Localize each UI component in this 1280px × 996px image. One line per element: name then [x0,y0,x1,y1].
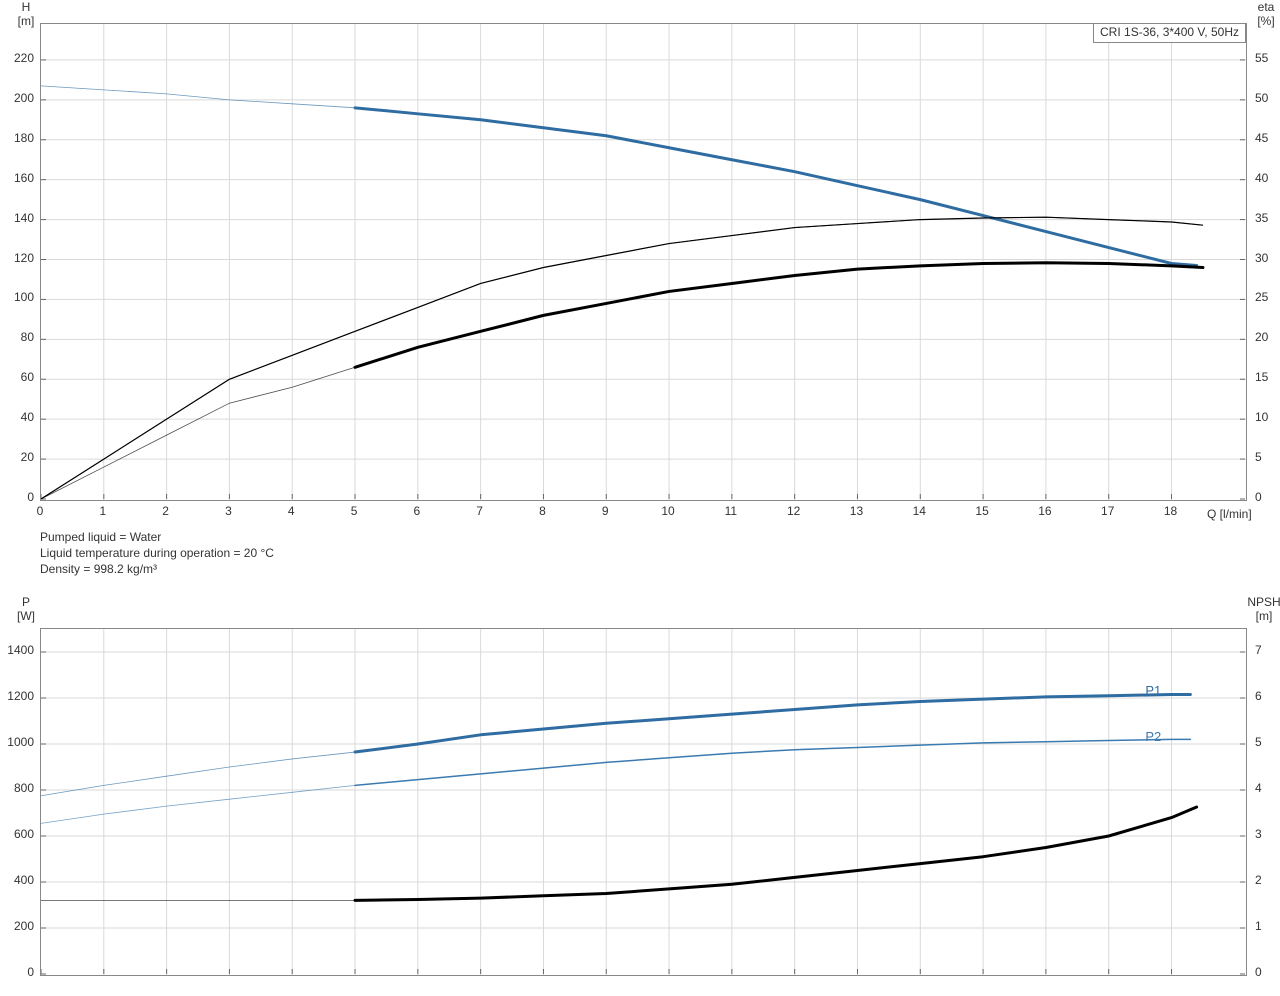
tick-y-right: 3 [1255,827,1262,841]
tick-x: 18 [1156,504,1186,518]
tick-y-right: 50 [1255,91,1268,105]
tick-y-left: 80 [4,330,34,344]
tick-x: 5 [339,504,369,518]
tick-x: 0 [25,504,55,518]
note-line2: Liquid temperature during operation = 20… [40,546,274,560]
tick-x: 11 [716,504,746,518]
tick-y-left: 20 [4,450,34,464]
tick-y-left: 600 [4,827,34,841]
product-info-box: CRI 1S-36, 3*400 V, 50Hz [1093,23,1246,43]
tick-y-right: 6 [1255,689,1262,703]
tick-y-left: 40 [4,410,34,424]
tick-y-left: 180 [4,131,34,145]
note-line1: Pumped liquid = Water [40,530,161,544]
power-npsh-chart [40,628,1247,976]
tick-y-right: 5 [1255,735,1262,749]
liquid-notes: Pumped liquid = Water Liquid temperature… [40,529,274,577]
tick-y-left: 1200 [4,689,34,703]
tick-x: 4 [276,504,306,518]
tick-y-right: 20 [1255,330,1268,344]
tick-y-left: 120 [4,251,34,265]
eta-axis-label: eta [1258,0,1275,14]
tick-y-right: 0 [1255,490,1262,504]
tick-x: 16 [1030,504,1060,518]
tick-x: 12 [779,504,809,518]
h-axis-unit: [m] [18,14,35,28]
tick-y-right: 30 [1255,251,1268,265]
tick-y-right: 2 [1255,873,1262,887]
x-axis-label-top: Q [l/min] [1207,507,1252,521]
tick-x: 13 [841,504,871,518]
tick-y-left: 1000 [4,735,34,749]
tick-y-right: 5 [1255,450,1262,464]
tick-y-right: 1 [1255,919,1262,933]
tick-y-right: 35 [1255,211,1268,225]
npsh-axis-label: NPSH [1247,595,1280,609]
tick-x: 1 [88,504,118,518]
p-axis-label: P [22,595,30,609]
tick-x: 17 [1093,504,1123,518]
tick-x: 15 [967,504,997,518]
tick-y-left: 0 [4,490,34,504]
p2-series-label: P2 [1145,729,1161,744]
tick-y-left: 100 [4,290,34,304]
tick-y-right: 25 [1255,290,1268,304]
p-axis-unit: [W] [17,609,35,623]
head-eta-chart: CRI 1S-36, 3*400 V, 50Hz [40,23,1247,501]
tick-x: 9 [590,504,620,518]
tick-y-left: 200 [4,919,34,933]
tick-y-right: 40 [1255,171,1268,185]
tick-y-right: 7 [1255,643,1262,657]
h-axis-label: H [22,0,31,14]
tick-y-left: 1400 [4,643,34,657]
tick-y-left: 0 [4,965,34,979]
npsh-axis-unit: [m] [1256,609,1273,623]
tick-y-left: 140 [4,211,34,225]
tick-y-right: 4 [1255,781,1262,795]
tick-y-right: 0 [1255,965,1262,979]
tick-x: 3 [213,504,243,518]
tick-y-left: 60 [4,370,34,384]
tick-x: 8 [527,504,557,518]
tick-y-right: 15 [1255,370,1268,384]
tick-x: 14 [904,504,934,518]
p1-series-label: P1 [1145,683,1161,698]
tick-x: 2 [151,504,181,518]
tick-y-left: 400 [4,873,34,887]
tick-y-left: 220 [4,51,34,65]
product-label: CRI 1S-36, 3*400 V, 50Hz [1100,25,1239,39]
tick-y-left: 200 [4,91,34,105]
tick-x: 10 [653,504,683,518]
tick-x: 6 [402,504,432,518]
tick-y-left: 160 [4,171,34,185]
tick-y-right: 55 [1255,51,1268,65]
eta-axis-unit: [%] [1257,14,1274,28]
tick-x: 7 [465,504,495,518]
tick-y-left: 800 [4,781,34,795]
note-line3: Density = 998.2 kg/m³ [40,562,157,576]
tick-y-right: 10 [1255,410,1268,424]
tick-y-right: 45 [1255,131,1268,145]
